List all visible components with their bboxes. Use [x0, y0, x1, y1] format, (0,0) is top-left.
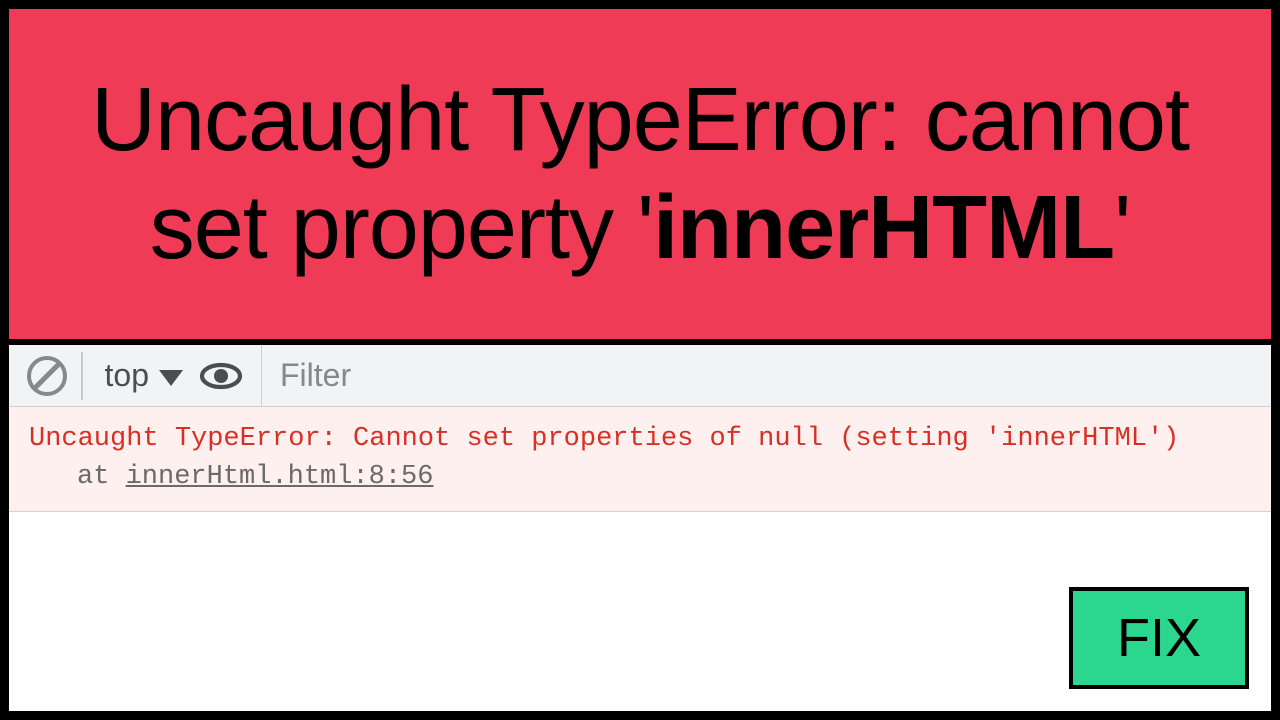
- content-area: Uncaught TypeError: cannot set property …: [9, 9, 1271, 711]
- hero-line2-suffix: ': [1114, 178, 1130, 278]
- context-selector[interactable]: top: [97, 357, 191, 394]
- hero-line1: Uncaught TypeError: cannot: [91, 70, 1189, 170]
- hero-line2-bold: innerHTML: [653, 178, 1114, 278]
- fix-button-label: FIX: [1117, 607, 1201, 669]
- outer-frame: Uncaught TypeError: cannot set property …: [0, 0, 1280, 720]
- toolbar-left: top: [9, 352, 261, 400]
- error-source-link[interactable]: innerHtml.html:8:56: [126, 462, 434, 492]
- hero-line2-prefix: set property ': [150, 178, 653, 278]
- error-message: Uncaught TypeError: Cannot set propertie…: [29, 421, 1251, 459]
- hero-banner: Uncaught TypeError: cannot set property …: [9, 9, 1271, 345]
- fix-button[interactable]: FIX: [1069, 587, 1249, 689]
- error-stack-line: at innerHtml.html:8:56: [29, 459, 1251, 497]
- clear-console-icon[interactable]: [27, 356, 67, 396]
- filter-input[interactable]: [261, 345, 1271, 406]
- chevron-down-icon: [159, 370, 183, 386]
- context-label: top: [105, 357, 149, 394]
- console-error-row[interactable]: Uncaught TypeError: Cannot set propertie…: [9, 407, 1271, 512]
- console-toolbar: top: [9, 345, 1271, 407]
- toolbar-divider: [81, 352, 83, 400]
- live-expression-icon[interactable]: [199, 354, 243, 398]
- hero-title: Uncaught TypeError: cannot set property …: [91, 66, 1189, 282]
- at-prefix: at: [77, 462, 126, 492]
- bottom-area: FIX: [9, 512, 1271, 711]
